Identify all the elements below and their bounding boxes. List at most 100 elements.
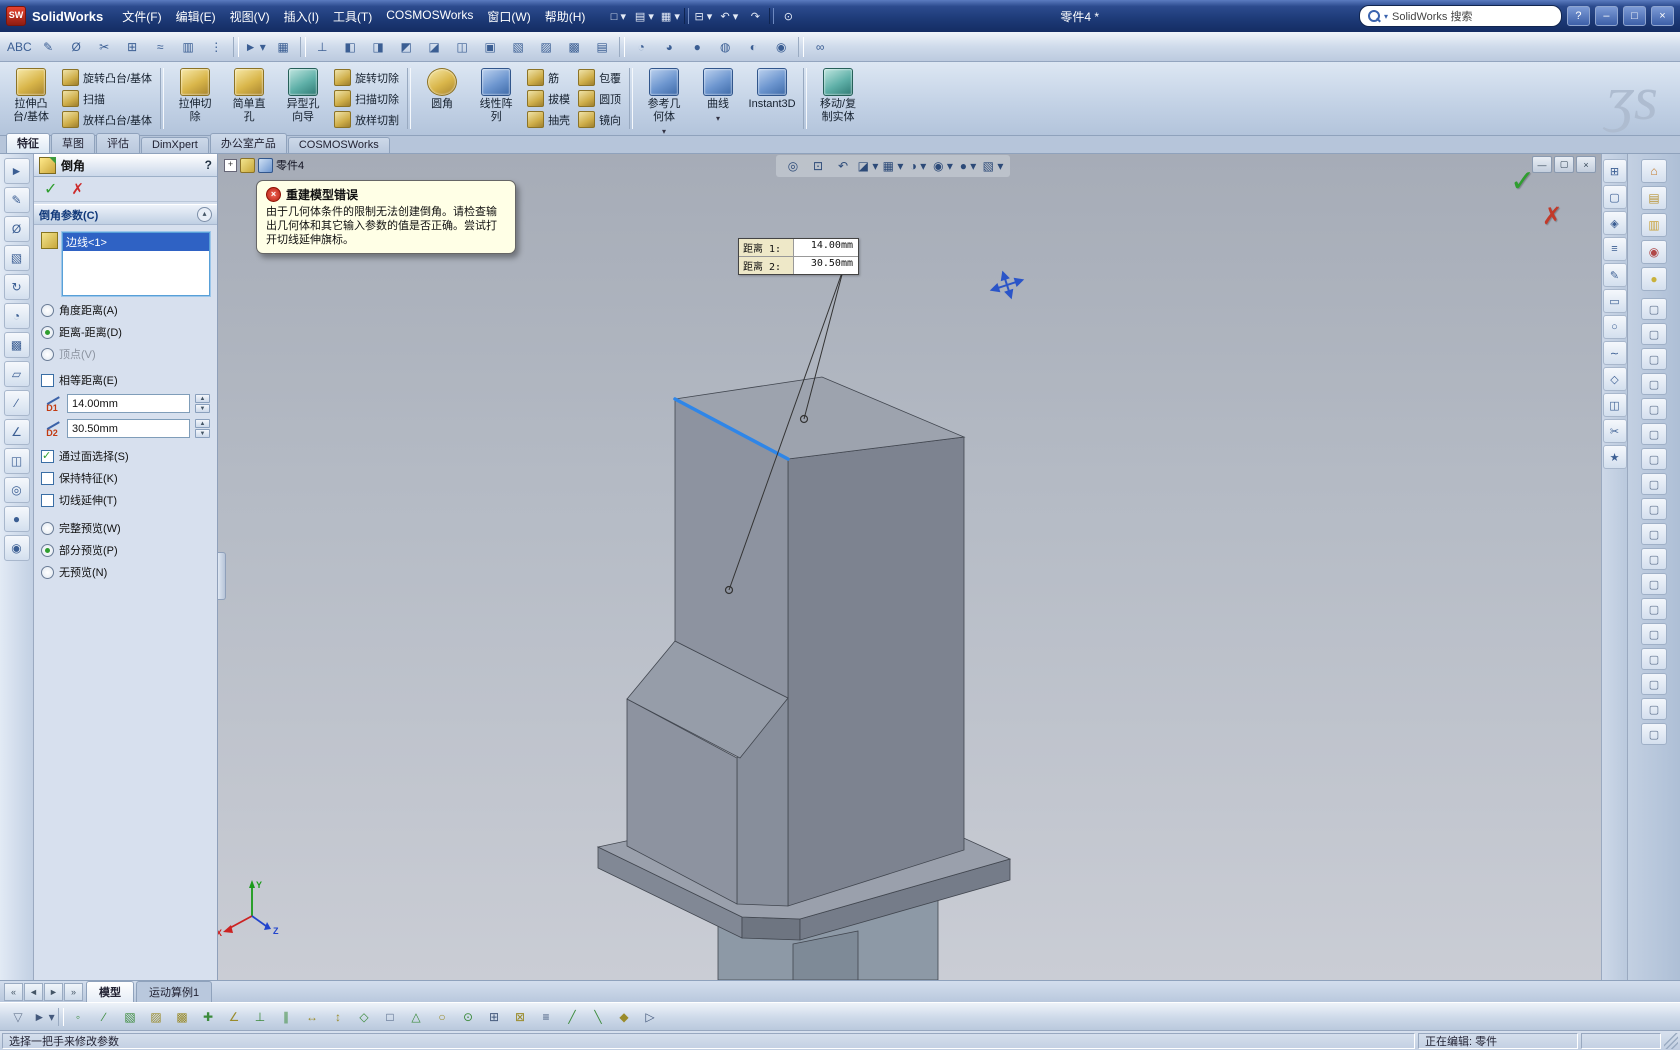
dimetric-view-icon[interactable]: ▩: [561, 35, 588, 58]
revolve-icon[interactable]: ↻: [3, 274, 30, 300]
extrude-icon[interactable]: ▧: [3, 245, 30, 271]
filter-surface-bodies-icon[interactable]: ▨: [144, 1006, 168, 1028]
radio-icon[interactable]: [41, 521, 54, 535]
boss-extrude-button[interactable]: 拉伸凸 台/基体: [4, 64, 58, 133]
task-pane-icon[interactable]: ▢: [1641, 448, 1667, 470]
task-pane-icon[interactable]: ▢: [1641, 548, 1667, 570]
offset-entities-icon[interactable]: ≈: [147, 35, 174, 58]
feature-menu-item[interactable]: 放样凸台/基体: [62, 111, 152, 128]
task-pane-icon[interactable]: ▢: [1641, 498, 1667, 520]
menu-item[interactable]: COSMOSWorks: [379, 5, 480, 28]
confirm-accept-icon[interactable]: ✓: [1510, 164, 1535, 199]
dimension-icon[interactable]: Ø: [3, 216, 30, 242]
hyperlink-icon[interactable]: ∞: [807, 35, 834, 58]
task-pane-icon[interactable]: ▢: [1641, 348, 1667, 370]
menu-item[interactable]: 编辑(E): [169, 5, 223, 28]
toolbar-separator[interactable]: [618, 36, 625, 57]
hole-wizard-button[interactable]: 异型孔 向导: [276, 64, 330, 133]
full-screen-icon[interactable]: ⊞: [1602, 159, 1627, 183]
solidworks-resources-icon[interactable]: ⌂: [1641, 159, 1667, 183]
filter-edges-icon[interactable]: ∕: [92, 1006, 116, 1028]
polygon-icon[interactable]: ◇: [1602, 367, 1627, 391]
shadow-icon[interactable]: ◐: [740, 35, 767, 58]
ok-button[interactable]: ✓: [44, 179, 57, 199]
axis-icon[interactable]: ∕: [3, 390, 30, 416]
feature-menu-item[interactable]: 镜向: [578, 111, 621, 128]
trim-entities-icon[interactable]: ✂: [91, 35, 118, 58]
sketch-entities-icon[interactable]: ✎: [35, 35, 62, 58]
doc-restore-button[interactable]: ▢: [1554, 156, 1574, 173]
task-pane-icon[interactable]: ▢: [1641, 598, 1667, 620]
mirror-icon[interactable]: ◫: [1602, 393, 1627, 417]
circle-tool-icon[interactable]: ○: [1602, 315, 1627, 339]
distance1-stepper[interactable]: ▲ ▼: [195, 394, 210, 413]
maximize-button[interactable]: □: [1622, 6, 1646, 26]
filter-lines-icon[interactable]: ≡: [534, 1006, 558, 1028]
view-orientation-icon[interactable]: ▦ ▾: [882, 156, 904, 176]
filter-parallel-icon[interactable]: ∥: [274, 1006, 298, 1028]
filter-triangle-icon[interactable]: △: [404, 1006, 428, 1028]
filter-backslash-icon[interactable]: ╲: [586, 1006, 610, 1028]
simple-hole-button[interactable]: 简单直 孔: [222, 64, 276, 133]
convert-entities-icon[interactable]: ⊞: [119, 35, 146, 58]
feature-menu-item[interactable]: 扫描切除: [334, 90, 399, 107]
design-library-icon[interactable]: ▤: [1641, 186, 1667, 210]
radio-icon[interactable]: [41, 543, 54, 557]
checkbox-icon[interactable]: [41, 471, 54, 485]
display-style-icon[interactable]: ◑ ▾: [907, 156, 929, 176]
hidden-lines-icon[interactable]: ◕: [656, 35, 683, 58]
top-view-icon[interactable]: ◫: [449, 35, 476, 58]
left-view-icon[interactable]: ◩: [393, 35, 420, 58]
selected-edge-item[interactable]: 边线<1>: [63, 233, 209, 251]
feature-menu-item[interactable]: 包覆: [578, 69, 621, 86]
extruded-cut-button[interactable]: 拉伸切 除: [168, 64, 222, 133]
task-pane-icon[interactable]: ▢: [1641, 723, 1667, 745]
toolbar-separator[interactable]: [232, 36, 239, 57]
task-pane-icon[interactable]: ▢: [1641, 323, 1667, 345]
feature-menu-item[interactable]: 筋: [527, 69, 570, 86]
new-document-icon[interactable]: □ ▾: [606, 6, 630, 26]
compare-icon[interactable]: ◈: [1602, 211, 1627, 235]
reference-plane-icon[interactable]: ▱: [3, 361, 30, 387]
callout-value[interactable]: 14.00mm: [794, 239, 858, 256]
filter-grid-icon[interactable]: ⊞: [482, 1006, 506, 1028]
edit-appearance-icon[interactable]: ● ▾: [957, 156, 979, 176]
expand-tree-icon[interactable]: +: [224, 158, 237, 172]
task-pane-icon[interactable]: ▢: [1641, 698, 1667, 720]
commandmanager-tab[interactable]: 办公室产品: [209, 133, 287, 153]
filter-run-icon[interactable]: ▷: [638, 1006, 662, 1028]
save-icon[interactable]: ▦ ▾: [658, 6, 682, 26]
filter-plane-icon[interactable]: □: [378, 1006, 402, 1028]
commandmanager-tab[interactable]: COSMOSWorks: [287, 137, 390, 153]
right-view-icon[interactable]: ◪: [421, 35, 448, 58]
option-equal-distance[interactable]: 相等距离(E): [41, 372, 210, 388]
checkbox-icon[interactable]: [41, 449, 54, 463]
distance1-input[interactable]: 14.00mm: [67, 394, 190, 413]
toolbar-separator[interactable]: [299, 36, 306, 57]
checkbox-icon[interactable]: [41, 373, 54, 387]
toolbar-separator[interactable]: [769, 8, 775, 24]
fillet-icon[interactable]: ◔: [3, 303, 30, 329]
task-pane-icon[interactable]: ▢: [1641, 673, 1667, 695]
chamfer-dimension-callout[interactable]: 距离 1: 14.00mm 距离 2: 30.50mm: [738, 238, 859, 275]
fillet-button[interactable]: 圆角: [415, 64, 469, 133]
redo-icon[interactable]: ↷: [743, 6, 767, 26]
close-button[interactable]: ×: [1650, 6, 1674, 26]
distance2-stepper[interactable]: ▲ ▼: [195, 419, 210, 438]
feature-menu-item[interactable]: 拔模: [527, 90, 570, 107]
filter-perpendicular-icon[interactable]: ⊥: [248, 1006, 272, 1028]
filter-cross-icon[interactable]: ⊠: [508, 1006, 532, 1028]
feature-menu-item[interactable]: 旋转凸台/基体: [62, 69, 152, 86]
help-icon[interactable]: ?: [205, 158, 212, 172]
spelling-checker-icon[interactable]: ABC: [5, 35, 34, 58]
menu-item[interactable]: 工具(T): [326, 5, 379, 28]
open-icon[interactable]: ▤ ▾: [632, 6, 656, 26]
radio-icon[interactable]: [41, 565, 54, 579]
filter-midpoint-icon[interactable]: ◇: [352, 1006, 376, 1028]
grid-system-icon[interactable]: ▦: [270, 35, 297, 58]
previous-view-icon[interactable]: ↶: [832, 156, 854, 176]
option-angle-distance[interactable]: 角度距离(A): [41, 302, 210, 318]
filter-arrow-icon[interactable]: ► ▾: [32, 1006, 56, 1028]
option-keep-features[interactable]: 保持特征(K): [41, 470, 210, 486]
zoom-fit-icon[interactable]: ◎: [782, 156, 804, 176]
